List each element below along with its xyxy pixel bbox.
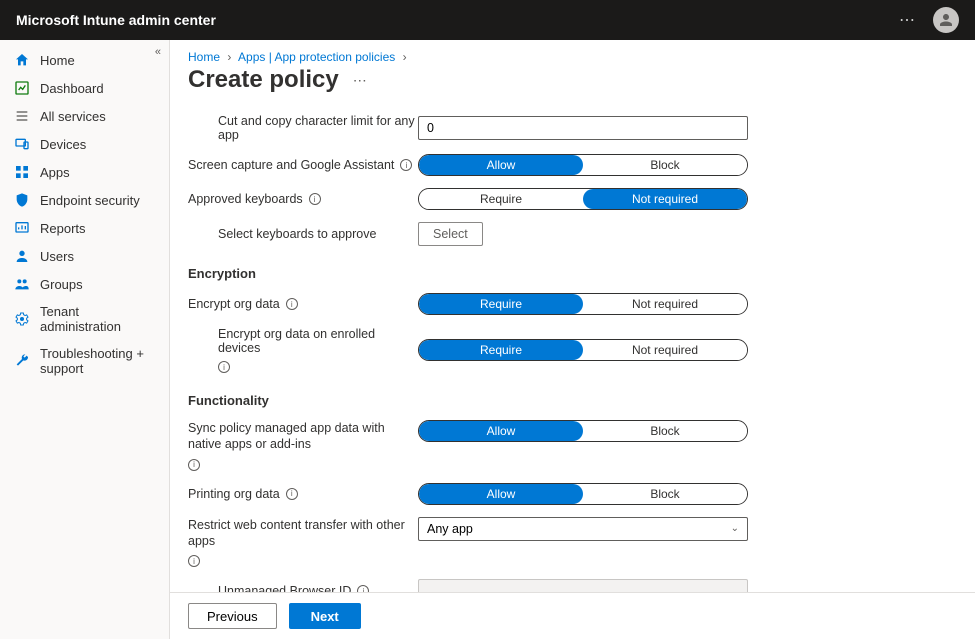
sidebar-item-groups[interactable]: Groups <box>0 270 169 298</box>
sidebar-item-label: Users <box>40 249 74 264</box>
encrypt-enrolled-toggle[interactable]: Require Not required <box>418 339 748 361</box>
unmanaged-browser-id-input <box>418 579 748 592</box>
section-encryption: Encryption <box>188 252 957 287</box>
info-icon[interactable]: i <box>357 585 369 592</box>
select-keyboards-label: Select keyboards to approve <box>188 227 418 241</box>
topbar: Microsoft Intune admin center ⋯ <box>0 0 975 40</box>
main-content: Home › Apps | App protection policies › … <box>170 40 975 639</box>
users-icon <box>14 248 30 264</box>
sidebar-item-label: Groups <box>40 277 83 292</box>
sidebar-item-endpoint-security[interactable]: Endpoint security <box>0 186 169 214</box>
restrict-web-label: Restrict web content transfer with other… <box>188 517 418 568</box>
sidebar-item-label: Dashboard <box>40 81 104 96</box>
screen-capture-allow[interactable]: Allow <box>419 155 583 175</box>
avatar[interactable] <box>933 7 959 33</box>
sidebar-item-label: Endpoint security <box>40 193 140 208</box>
list-icon <box>14 108 30 124</box>
print-allow[interactable]: Allow <box>419 484 583 504</box>
print-block[interactable]: Block <box>583 484 747 504</box>
print-toggle[interactable]: Allow Block <box>418 483 748 505</box>
shield-icon <box>14 192 30 208</box>
sidebar-item-tenant-administration[interactable]: Tenant administration <box>0 298 169 340</box>
breadcrumb: Home › Apps | App protection policies › <box>170 40 975 64</box>
sync-label: Sync policy managed app data with native… <box>188 420 418 471</box>
approved-keyboards-label: Approved keyboards i <box>188 192 418 206</box>
encrypt-org-data-toggle[interactable]: Require Not required <box>418 293 748 315</box>
sidebar-item-label: Apps <box>40 165 70 180</box>
screen-capture-block[interactable]: Block <box>583 155 747 175</box>
unmanaged-browser-id-label: Unmanaged Browser ID i <box>188 584 418 592</box>
form-scroll[interactable]: Cut and copy character limit for any app… <box>170 108 975 592</box>
sync-allow[interactable]: Allow <box>419 421 583 441</box>
approved-keyboards-toggle[interactable]: Require Not required <box>418 188 748 210</box>
encrypt-not-required[interactable]: Not required <box>583 294 747 314</box>
sync-block[interactable]: Block <box>583 421 747 441</box>
restrict-web-select[interactable]: Any app ⌄ <box>418 517 748 541</box>
collapse-sidebar-icon[interactable]: « <box>155 46 161 58</box>
page-more-icon[interactable]: ⋯ <box>353 72 367 89</box>
encrypt-enrolled-label: Encrypt org data on enrolled devices i <box>188 327 418 373</box>
sidebar-item-all-services[interactable]: All services <box>0 102 169 130</box>
product-title: Microsoft Intune admin center <box>16 12 216 28</box>
info-icon[interactable]: i <box>286 488 298 500</box>
info-icon[interactable]: i <box>188 555 200 567</box>
sidebar-item-reports[interactable]: Reports <box>0 214 169 242</box>
encrypt-enrolled-not-required[interactable]: Not required <box>583 340 747 360</box>
sidebar-item-label: Devices <box>40 137 86 152</box>
sidebar-item-apps[interactable]: Apps <box>0 158 169 186</box>
sidebar-item-label: All services <box>40 109 106 124</box>
info-icon[interactable]: i <box>188 459 200 471</box>
chevron-right-icon: › <box>403 50 407 64</box>
info-icon[interactable]: i <box>309 193 321 205</box>
devices-icon <box>14 136 30 152</box>
sync-toggle[interactable]: Allow Block <box>418 420 748 442</box>
dashboard-icon <box>14 80 30 96</box>
next-button[interactable]: Next <box>289 603 361 629</box>
sidebar: « Home Dashboard All services Devices Ap… <box>0 40 170 639</box>
screen-capture-toggle[interactable]: Allow Block <box>418 154 748 176</box>
info-icon[interactable]: i <box>218 361 230 373</box>
sidebar-item-dashboard[interactable]: Dashboard <box>0 74 169 102</box>
apps-icon <box>14 164 30 180</box>
encrypt-org-data-label: Encrypt org data i <box>188 297 418 311</box>
sidebar-item-label: Home <box>40 53 75 68</box>
gear-icon <box>14 311 30 327</box>
chevron-down-icon: ⌄ <box>731 523 739 534</box>
sidebar-item-label: Reports <box>40 221 86 236</box>
sidebar-item-label: Troubleshooting + support <box>40 346 155 376</box>
cut-copy-input[interactable] <box>418 116 748 140</box>
select-keyboards-button: Select <box>418 222 483 246</box>
breadcrumb-apps[interactable]: Apps | App protection policies <box>238 50 395 64</box>
breadcrumb-home[interactable]: Home <box>188 50 220 64</box>
sidebar-item-troubleshooting[interactable]: Troubleshooting + support <box>0 340 169 382</box>
page-title: Create policy <box>188 66 339 94</box>
encrypt-enrolled-require[interactable]: Require <box>419 340 583 360</box>
approved-keyboards-not-required[interactable]: Not required <box>583 189 747 209</box>
print-label: Printing org data i <box>188 487 418 501</box>
info-icon[interactable]: i <box>286 298 298 310</box>
section-functionality: Functionality <box>188 379 957 414</box>
groups-icon <box>14 276 30 292</box>
chevron-right-icon: › <box>227 50 231 64</box>
encrypt-require[interactable]: Require <box>419 294 583 314</box>
sidebar-item-devices[interactable]: Devices <box>0 130 169 158</box>
person-icon <box>937 11 955 29</box>
screen-capture-label: Screen capture and Google Assistant i <box>188 158 418 172</box>
sidebar-item-users[interactable]: Users <box>0 242 169 270</box>
home-icon <box>14 52 30 68</box>
wrench-icon <box>14 353 30 369</box>
previous-button[interactable]: Previous <box>188 603 277 629</box>
wizard-footer: Previous Next <box>170 592 975 639</box>
reports-icon <box>14 220 30 236</box>
cut-copy-label: Cut and copy character limit for any app <box>188 114 418 142</box>
approved-keyboards-require[interactable]: Require <box>419 189 583 209</box>
topbar-more-icon[interactable]: ⋯ <box>899 10 917 30</box>
sidebar-item-home[interactable]: Home <box>0 46 169 74</box>
sidebar-item-label: Tenant administration <box>40 304 155 334</box>
info-icon[interactable]: i <box>400 159 412 171</box>
